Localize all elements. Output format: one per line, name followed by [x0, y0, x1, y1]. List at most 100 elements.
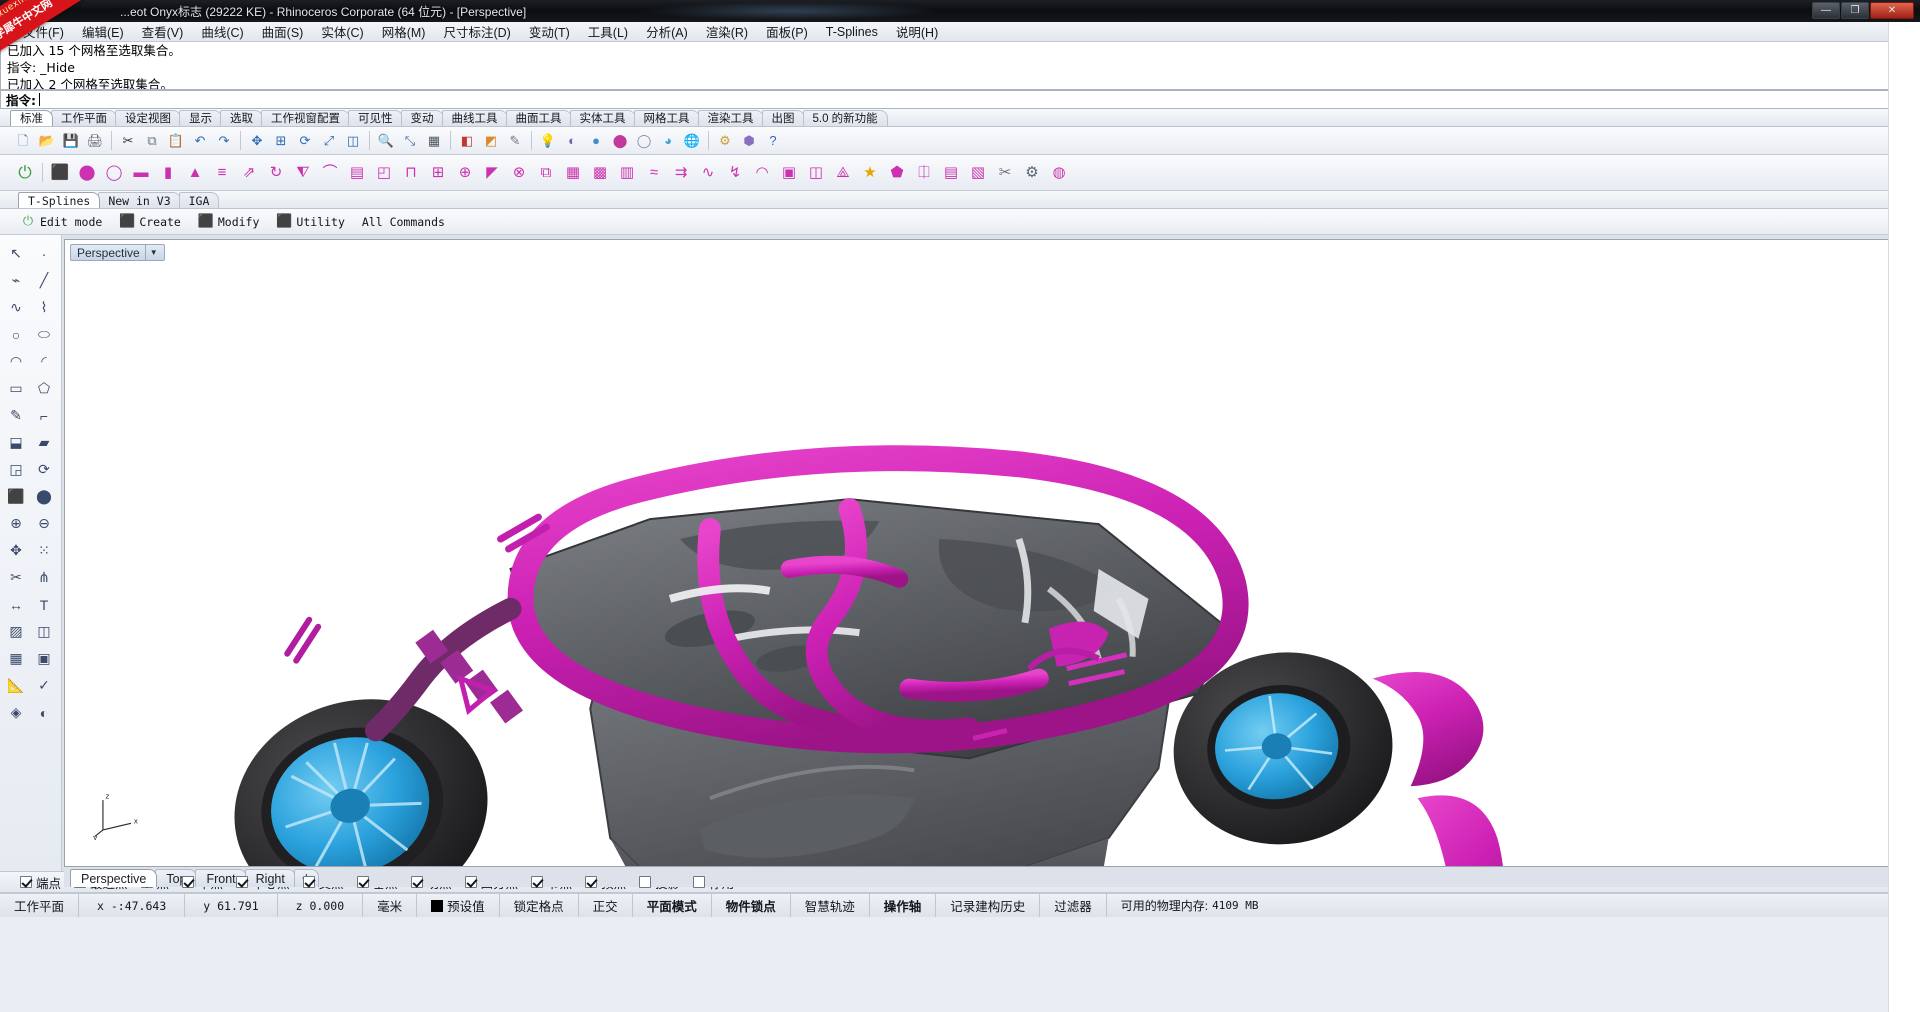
- menu-item-3[interactable]: 曲线(C): [192, 21, 252, 42]
- tsplines-match-icon[interactable]: ≈: [641, 160, 667, 186]
- tsplines-symmetry-icon[interactable]: ⧉: [533, 160, 559, 186]
- line-segment-icon[interactable]: ╱: [30, 267, 58, 294]
- tsplines-plane-icon[interactable]: ▬: [128, 160, 154, 186]
- osnap-checkbox[interactable]: [182, 876, 195, 888]
- menu-item-8[interactable]: 变动(T): [520, 21, 579, 42]
- tsplines-sphere-icon[interactable]: ⬤: [74, 160, 100, 186]
- menu-item-7[interactable]: 尺寸标注(D): [434, 21, 519, 42]
- menu-item-5[interactable]: 实体(C): [312, 21, 372, 42]
- status-toggle-1[interactable]: 正交: [579, 894, 633, 917]
- tsplines-thicken-icon[interactable]: ▣: [776, 160, 802, 186]
- material-icon[interactable]: ⬤: [609, 130, 631, 152]
- tsplines-button-create[interactable]: ⬛ Create: [113, 213, 187, 231]
- surface-icon[interactable]: ▰: [30, 429, 58, 456]
- select-arrow-icon[interactable]: ↖: [2, 240, 30, 267]
- toolbar-tab-0[interactable]: 标准: [10, 110, 53, 126]
- tsplines-column-icon[interactable]: ⎅: [911, 160, 937, 186]
- tsplines-insert-icon[interactable]: ⊞: [425, 160, 451, 186]
- tsplines-box-icon[interactable]: ⬛: [47, 160, 73, 186]
- tsplines-weld-icon[interactable]: ⊕: [452, 160, 478, 186]
- arc-icon[interactable]: ◠: [2, 348, 30, 375]
- hatch-icon[interactable]: ▨: [2, 618, 30, 645]
- osnap-checkbox[interactable]: [531, 876, 544, 888]
- redo-icon[interactable]: ↷: [213, 130, 235, 152]
- tsplines-grid-icon[interactable]: ▦: [560, 160, 586, 186]
- mirror-icon[interactable]: ◫: [342, 130, 364, 152]
- open-file-icon[interactable]: 📂: [36, 130, 58, 152]
- plugin-icon[interactable]: ⬢: [738, 130, 760, 152]
- box-icon[interactable]: ⬛: [2, 483, 30, 510]
- toolbar-tab-12[interactable]: 渲染工具: [697, 110, 764, 126]
- polygon-icon[interactable]: ⬠: [30, 375, 58, 402]
- menu-item-11[interactable]: 渲染(R): [697, 21, 757, 42]
- curve-edit-icon[interactable]: ✎: [2, 402, 30, 429]
- copy-icon[interactable]: ⧉: [141, 130, 163, 152]
- tsplines-star-icon[interactable]: ★: [857, 160, 883, 186]
- menu-item-2[interactable]: 查看(V): [133, 21, 193, 42]
- tsplines-quad-icon[interactable]: ▧: [965, 160, 991, 186]
- tsplines-torus-icon[interactable]: ◯: [101, 160, 127, 186]
- tsplines-append-icon[interactable]: ◰: [371, 160, 397, 186]
- tsplines-button-all-commands[interactable]: All Commands: [356, 214, 451, 230]
- point-icon[interactable]: ·: [30, 240, 58, 267]
- toolbar-tab-5[interactable]: 工作视窗配置: [261, 110, 350, 126]
- tsplines-revolve-icon[interactable]: ↻: [263, 160, 289, 186]
- osnap-checkbox[interactable]: [236, 876, 249, 888]
- move-icon[interactable]: ✥: [246, 130, 268, 152]
- tsplines-crease-icon[interactable]: ◤: [479, 160, 505, 186]
- tsplines-help-icon[interactable]: ◍: [1046, 160, 1072, 186]
- toolbar-tab-3[interactable]: 显示: [179, 110, 222, 126]
- tsplines-uvw-icon[interactable]: ▥: [614, 160, 640, 186]
- render-tool-icon[interactable]: ◐: [30, 699, 58, 726]
- rotate-icon[interactable]: ⟳: [294, 130, 316, 152]
- sphere-icon[interactable]: ◯: [633, 130, 655, 152]
- save-icon[interactable]: 💾: [60, 130, 82, 152]
- analyze-icon[interactable]: 📐: [2, 672, 30, 699]
- render-preview-icon[interactable]: ◕: [657, 130, 679, 152]
- grid-icon[interactable]: ▦: [423, 130, 445, 152]
- ellipse-icon[interactable]: ⬭: [30, 321, 58, 348]
- osnap-checkbox[interactable]: [585, 876, 598, 888]
- tsplines-tools-icon[interactable]: ✂: [992, 160, 1018, 186]
- toolbar-tab-1[interactable]: 工作平面: [51, 110, 117, 126]
- menu-item-9[interactable]: 工具(L): [579, 21, 637, 42]
- globe-icon[interactable]: 🌐: [681, 130, 703, 152]
- sphere-solid-icon[interactable]: ⬤: [30, 483, 58, 510]
- toolbar-tab-6[interactable]: 可见性: [348, 110, 403, 126]
- new-file-icon[interactable]: 🗋: [12, 130, 34, 152]
- properties-icon[interactable]: ✎: [504, 130, 526, 152]
- tsplines-options-icon[interactable]: ⚙: [1019, 160, 1045, 186]
- circle-icon[interactable]: ○: [2, 321, 30, 348]
- zoom-extents-icon[interactable]: ⤡: [399, 130, 421, 152]
- menu-item-13[interactable]: T-Splines: [817, 24, 887, 40]
- toolbar-tab-7[interactable]: 变动: [400, 110, 444, 126]
- status-toggle-0[interactable]: 锁定格点: [500, 894, 579, 917]
- tsplines-sweep-icon[interactable]: ⌒: [317, 160, 343, 186]
- tsplines-tab-2[interactable]: IGA: [178, 192, 220, 208]
- toolbar-tab-11[interactable]: 网格工具: [633, 110, 700, 126]
- conic-icon[interactable]: ◜: [30, 348, 58, 375]
- tsplines-button-edit-mode[interactable]: ⏻ Edit mode: [14, 213, 108, 231]
- extrude-surface-icon[interactable]: ⬓: [2, 429, 30, 456]
- check-icon[interactable]: ✓: [30, 672, 58, 699]
- tsplines-display-icon[interactable]: ◫: [803, 160, 829, 186]
- tsplines-subdiv-icon[interactable]: ▩: [587, 160, 613, 186]
- status-units[interactable]: 毫米: [363, 894, 418, 917]
- status-toggle-6[interactable]: 记录建构历史: [936, 894, 1041, 917]
- tsplines-cube2-icon[interactable]: ⬟: [884, 160, 910, 186]
- transform-icon[interactable]: ✥: [2, 537, 30, 564]
- zoom-window-icon[interactable]: 🔍: [375, 130, 397, 152]
- dimension-icon[interactable]: ↔: [2, 591, 30, 618]
- boolean-icon[interactable]: ⊕: [2, 510, 30, 537]
- split-icon[interactable]: ⋔: [30, 564, 58, 591]
- minimize-button[interactable]: —: [1812, 2, 1840, 19]
- osnap-checkbox[interactable]: [693, 876, 706, 888]
- menu-item-12[interactable]: 面板(P): [757, 21, 817, 42]
- tsplines-delete-icon[interactable]: ⊗: [506, 160, 532, 186]
- osnap-checkbox[interactable]: [464, 876, 477, 888]
- tsplines-extrude-icon[interactable]: ⇗: [236, 160, 262, 186]
- toolbar-tab-2[interactable]: 设定视图: [115, 110, 181, 126]
- tsplines-layout-icon[interactable]: ▤: [938, 160, 964, 186]
- status-layer[interactable]: 预设值: [417, 894, 500, 917]
- tsplines-bridge-icon[interactable]: ⊓: [398, 160, 424, 186]
